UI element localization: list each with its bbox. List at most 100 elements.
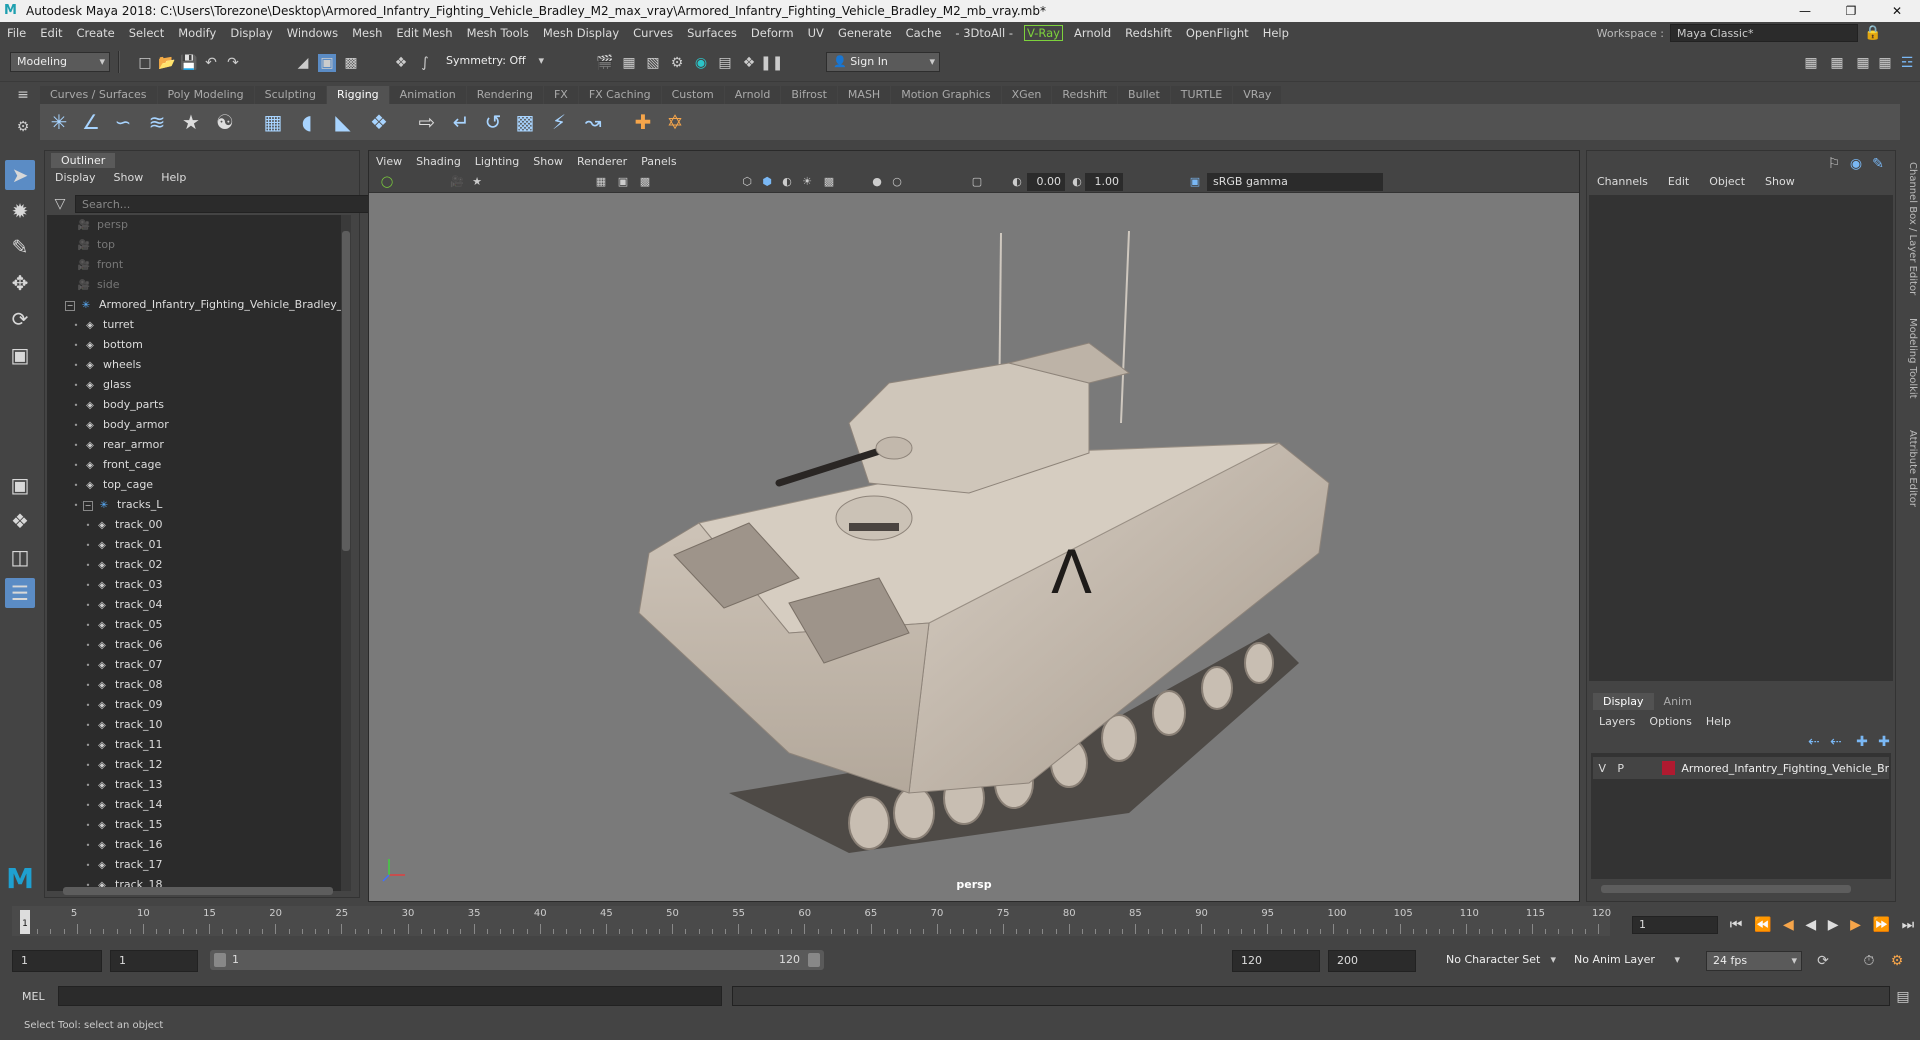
menu-openflight[interactable]: OpenFlight xyxy=(1179,26,1256,40)
channel-box-dock-icon[interactable]: ⚐ xyxy=(1825,155,1843,173)
render-batch-icon[interactable]: ▤ xyxy=(716,54,734,72)
step-forward-key-icon[interactable]: ⏩ xyxy=(1873,917,1890,933)
rotate-tool-icon[interactable]: ⟳ xyxy=(5,304,35,334)
playback-end-field[interactable]: 120 xyxy=(1232,950,1320,972)
scale-constraint-icon[interactable]: ▩ xyxy=(512,109,538,135)
gamma-icon[interactable]: ◐ xyxy=(1069,174,1085,190)
time-slider[interactable]: 5 10 15 20 25 30 35 40 45 50 55 60 65 70 75 80 85 90 95 100… xyxy=(12,906,1611,936)
open-scene-icon[interactable]: 📂 xyxy=(158,54,176,72)
layer-visibility-toggle[interactable]: V xyxy=(1593,762,1611,775)
vray-icon[interactable]: ❖ xyxy=(740,54,758,72)
menu-edit-mesh[interactable]: Edit Mesh xyxy=(389,26,459,40)
collapse-icon[interactable]: − xyxy=(65,301,75,311)
layers-menu[interactable]: Layers xyxy=(1599,715,1635,728)
outliner-item-track_00[interactable]: • ◈ track_00 xyxy=(83,515,163,535)
outliner-item-rear_armor[interactable]: • ◈ rear_armor xyxy=(71,435,164,455)
menu-redshift[interactable]: Redshift xyxy=(1118,26,1179,40)
shadows-icon[interactable]: ● xyxy=(869,174,885,190)
wireframe-icon[interactable]: ⬡ xyxy=(739,174,755,190)
outliner-item-bottom[interactable]: • ◈ bottom xyxy=(71,335,143,355)
shelf-tab-poly-modeling[interactable]: Poly Modeling xyxy=(157,86,254,104)
outliner-item-track_17[interactable]: • ◈ track_17 xyxy=(83,855,163,875)
film-gate-icon[interactable]: ▣ xyxy=(615,174,631,190)
auto-key-icon[interactable]: ⏱ xyxy=(1860,952,1878,970)
outliner-item-top_cage[interactable]: • ◈ top_cage xyxy=(71,475,153,495)
close-button[interactable]: ✕ xyxy=(1874,0,1920,22)
shelf-tab-arnold[interactable]: Arnold xyxy=(724,86,781,104)
symmetry-dropdown[interactable]: Symmetry: Off xyxy=(440,52,548,72)
shelf-tab-fx-caching[interactable]: FX Caching xyxy=(578,86,661,104)
outliner-item-track_06[interactable]: • ◈ track_06 xyxy=(83,635,163,655)
step-forward-frame-icon[interactable]: ▶ xyxy=(1850,917,1861,933)
step-back-key-icon[interactable]: ⏪ xyxy=(1754,917,1771,933)
outliner-item-track_01[interactable]: • ◈ track_01 xyxy=(83,535,163,555)
menu-surfaces[interactable]: Surfaces xyxy=(680,26,744,40)
outliner-scroll-thumb[interactable] xyxy=(342,231,350,551)
render-frame-icon[interactable]: ▦ xyxy=(620,54,638,72)
menu-cache[interactable]: Cache xyxy=(899,26,949,40)
side-tab-channel-box[interactable]: Channel Box / Layer Editor xyxy=(1902,162,1918,295)
paint-select-tool-icon[interactable]: ✎ xyxy=(5,232,35,262)
render-view-icon[interactable]: 🎬 xyxy=(596,54,614,72)
tab-display[interactable]: Display xyxy=(1593,693,1654,710)
ik-fk-icon[interactable]: ✡ xyxy=(662,109,688,135)
select-hierarchy-icon[interactable]: ◢ xyxy=(294,54,312,72)
outliner-menu-show[interactable]: Show xyxy=(114,171,144,184)
outliner-item-track_13[interactable]: • ◈ track_13 xyxy=(83,775,163,795)
outliner-item-top[interactable]: 🎥 top xyxy=(77,235,115,255)
workspace-dropdown[interactable]: Maya Classic* xyxy=(1670,24,1858,42)
range-start-handle[interactable] xyxy=(214,953,226,967)
side-tab-modeling-toolkit[interactable]: Modeling Toolkit xyxy=(1902,318,1918,399)
viewport-menu-lighting[interactable]: Lighting xyxy=(468,155,526,168)
point-constraint-icon[interactable]: ↵ xyxy=(448,109,474,135)
object-menu[interactable]: Object xyxy=(1709,175,1745,188)
undo-icon[interactable]: ↶ xyxy=(202,54,220,72)
textured-icon[interactable]: ◐ xyxy=(779,174,795,190)
collapse-icon[interactable]: − xyxy=(83,501,93,511)
four-view-layout-icon[interactable]: ❖ xyxy=(5,506,35,536)
vehicle-model[interactable]: Λ xyxy=(369,193,1579,901)
locator-icon[interactable]: ✚ xyxy=(630,109,656,135)
ambient-occlusion-icon[interactable]: ○ xyxy=(889,174,905,190)
shelf-tab-bifrost[interactable]: Bifrost xyxy=(781,86,837,104)
viewport-menu-panels[interactable]: Panels xyxy=(634,155,683,168)
scale-tool-icon[interactable]: ▣ xyxy=(5,340,35,370)
lock-icon[interactable]: 🔒 xyxy=(1864,24,1882,42)
playback-start-field[interactable]: 1 xyxy=(110,950,198,972)
menu-mesh-tools[interactable]: Mesh Tools xyxy=(460,26,536,40)
shelf-tab-rigging[interactable]: Rigging xyxy=(326,86,389,104)
ik-spline-icon[interactable]: ∽ xyxy=(110,109,136,135)
smooth-shade-icon[interactable]: ⬢ xyxy=(759,174,775,190)
edit-menu[interactable]: Edit xyxy=(1668,175,1689,188)
outliner-item-track_07[interactable]: • ◈ track_07 xyxy=(83,655,163,675)
help-menu[interactable]: Help xyxy=(1706,715,1731,728)
save-scene-icon[interactable]: 💾 xyxy=(180,54,198,72)
outliner-item-track_12[interactable]: • ◈ track_12 xyxy=(83,755,163,775)
joint-tool-icon[interactable]: ✳ xyxy=(46,109,72,135)
select-object-icon[interactable]: ▣ xyxy=(318,54,336,72)
select-component-icon[interactable]: ▩ xyxy=(342,54,360,72)
outliner-item-track_04[interactable]: • ◈ track_04 xyxy=(83,595,163,615)
hypershade-icon[interactable]: ◉ xyxy=(692,54,710,72)
outliner-item-track_02[interactable]: • ◈ track_02 xyxy=(83,555,163,575)
command-language-label[interactable]: MEL xyxy=(22,990,45,1003)
go-to-start-icon[interactable]: ⏮ xyxy=(1730,917,1743,933)
outliner-item-wheels[interactable]: • ◈ wheels xyxy=(71,355,142,375)
menu-select[interactable]: Select xyxy=(122,26,171,40)
new-layer-selected-icon[interactable]: ✚ xyxy=(1875,733,1893,751)
pause-render-icon[interactable]: ❚❚ xyxy=(760,54,783,72)
human-ik-icon[interactable]: ☯ xyxy=(212,109,238,135)
menu-display[interactable]: Display xyxy=(223,26,279,40)
layer-color-swatch[interactable] xyxy=(1662,761,1676,775)
outliner-filter-icon[interactable]: ▽ xyxy=(51,195,69,213)
toggle-attribute-icon[interactable]: ▦ xyxy=(1876,54,1894,72)
layer-row[interactable]: V P Armored_Infantry_Fighting_Vehicle_Br… xyxy=(1593,757,1889,779)
sign-in-dropdown[interactable]: 👤 Sign In xyxy=(826,52,940,72)
snap-curve-icon[interactable]: ∫ xyxy=(416,54,434,72)
menu-uv[interactable]: UV xyxy=(801,26,831,40)
lattice-icon[interactable]: ◣ xyxy=(330,109,356,135)
menu-arnold[interactable]: Arnold xyxy=(1067,26,1118,40)
tab-anim[interactable]: Anim xyxy=(1654,693,1702,710)
shelf-menu-icon[interactable]: ≡ xyxy=(14,86,32,104)
outliner-item-track_15[interactable]: • ◈ track_15 xyxy=(83,815,163,835)
